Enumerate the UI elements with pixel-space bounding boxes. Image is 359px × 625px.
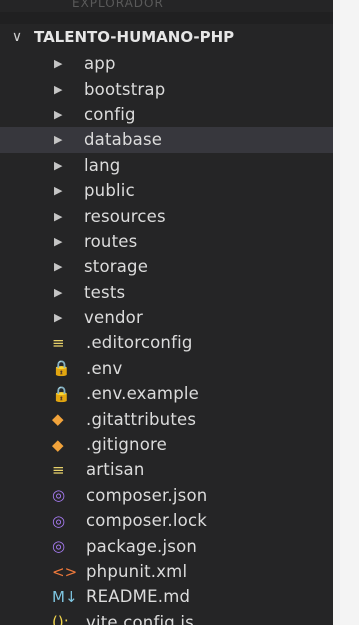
tree-item-label: artisan xyxy=(86,460,145,480)
tree-folder-public[interactable]: ▶ public xyxy=(0,178,333,203)
tree-file-composer.lock[interactable]: ◎ composer.lock xyxy=(0,508,333,533)
tree-item-label: app xyxy=(84,54,116,74)
tree-item-label: tests xyxy=(84,282,126,302)
tree-item-label: README.md xyxy=(86,587,191,607)
chevron-right-icon: ▶ xyxy=(54,57,63,71)
tree-folder-bootstrap[interactable]: ▶ bootstrap xyxy=(0,76,333,101)
chevron-right-icon: ▶ xyxy=(54,184,63,198)
tree-folder-routes[interactable]: ▶ routes xyxy=(0,229,333,254)
tree-file-package.json[interactable]: ◎ package.json xyxy=(0,533,333,558)
tree-folder-config[interactable]: ▶ config xyxy=(0,102,333,127)
tree-item-label: resources xyxy=(84,206,166,226)
tree-folder-resources[interactable]: ▶ resources xyxy=(0,203,333,228)
project-folder-header[interactable]: ∨ TALENTO-HUMANO-PHP xyxy=(0,26,333,48)
tree-folder-app[interactable]: ▶ app xyxy=(0,51,333,76)
chevron-right-icon: ▶ xyxy=(54,107,63,121)
tree-file-phpunit.xml[interactable]: <> phpunit.xml xyxy=(0,559,333,584)
chevron-right-icon: ▶ xyxy=(54,158,63,172)
tree-file-vite.config.js[interactable]: (); vite.config.js xyxy=(0,610,333,625)
tree-item-label: .gitignore xyxy=(86,435,167,455)
tree-folder-database[interactable]: ▶ database xyxy=(0,127,333,153)
chevron-right-icon: ▶ xyxy=(54,311,63,325)
project-name: TALENTO-HUMANO-PHP xyxy=(34,28,235,46)
tree-item-label: .editorconfig xyxy=(86,333,193,353)
explorer-panel: EXPLORADOR ∨ TALENTO-HUMANO-PHP ▶ app ▶ boo… xyxy=(0,0,333,625)
tree-file-.gitattributes[interactable]: ◆ .gitattributes xyxy=(0,406,333,431)
tree-item-label: config xyxy=(84,104,136,124)
git-icon: ◆ xyxy=(52,410,64,429)
tree-folder-lang[interactable]: ▶ lang xyxy=(0,153,333,178)
tree-item-label: vite.config.js xyxy=(86,612,194,625)
chevron-down-icon: ∨ xyxy=(11,29,23,45)
composer-icon: ◎ xyxy=(52,486,66,505)
tree-file-.env.example[interactable]: 🔒 .env.example xyxy=(0,381,333,406)
tree-item-label: storage xyxy=(84,257,149,277)
tree-item-label: package.json xyxy=(86,536,198,556)
tree-folder-storage[interactable]: ▶ storage xyxy=(0,254,333,279)
composer-icon: ◎ xyxy=(52,511,66,530)
chevron-right-icon: ▶ xyxy=(54,260,63,274)
tree-file-.editorconfig[interactable]: ≡ .editorconfig xyxy=(0,330,333,355)
divider xyxy=(0,12,333,24)
markdown-icon: M↓ xyxy=(52,587,78,606)
tree-file-composer.json[interactable]: ◎ composer.json xyxy=(0,483,333,508)
tree-item-label: phpunit.xml xyxy=(86,562,188,581)
xml-icon: <> xyxy=(52,562,78,581)
chevron-right-icon: ▶ xyxy=(54,82,63,96)
tree-item-label: routes xyxy=(84,231,138,251)
composer-icon: ◎ xyxy=(52,537,66,556)
tree-folder-tests[interactable]: ▶ tests xyxy=(0,280,333,305)
tree-item-label: .env xyxy=(86,358,123,378)
chevron-right-icon: ▶ xyxy=(54,209,63,223)
tree-item-label: vendor xyxy=(84,308,143,328)
tree-item-label: bootstrap xyxy=(84,79,166,99)
tree-file-artisan[interactable]: ≡ artisan xyxy=(0,457,333,482)
tree-item-label: .env.example xyxy=(86,384,200,404)
tree-item-label: database xyxy=(84,130,163,150)
tree-item-label: composer.lock xyxy=(86,511,207,531)
lock-icon: 🔒 xyxy=(52,359,71,378)
tree-folder-vendor[interactable]: ▶ vendor xyxy=(0,305,333,330)
chevron-right-icon: ▶ xyxy=(54,285,63,299)
tree-item-label: public xyxy=(84,181,135,201)
tree-item-label: composer.json xyxy=(86,485,208,505)
tree-item-label: lang xyxy=(84,155,121,175)
tree-file-README.md[interactable]: M↓ README.md xyxy=(0,584,333,609)
tree-file-.env[interactable]: 🔒 .env xyxy=(0,356,333,381)
lock-icon: 🔒 xyxy=(52,384,71,403)
chevron-right-icon: ▶ xyxy=(54,234,63,248)
explorer-header: EXPLORADOR xyxy=(72,0,164,10)
tree-item-label: .gitattributes xyxy=(86,409,197,429)
lines-icon: ≡ xyxy=(52,460,65,479)
js-config-icon: (); xyxy=(52,613,69,625)
tree-file-.gitignore[interactable]: ◆ .gitignore xyxy=(0,432,333,457)
file-tree: ▶ app ▶ bootstrap ▶ config ▶ database ▶ lang ▶ publ… xyxy=(0,51,333,625)
chevron-right-icon: ▶ xyxy=(54,133,63,147)
git-icon: ◆ xyxy=(52,435,64,454)
lines-icon: ≡ xyxy=(52,333,65,352)
